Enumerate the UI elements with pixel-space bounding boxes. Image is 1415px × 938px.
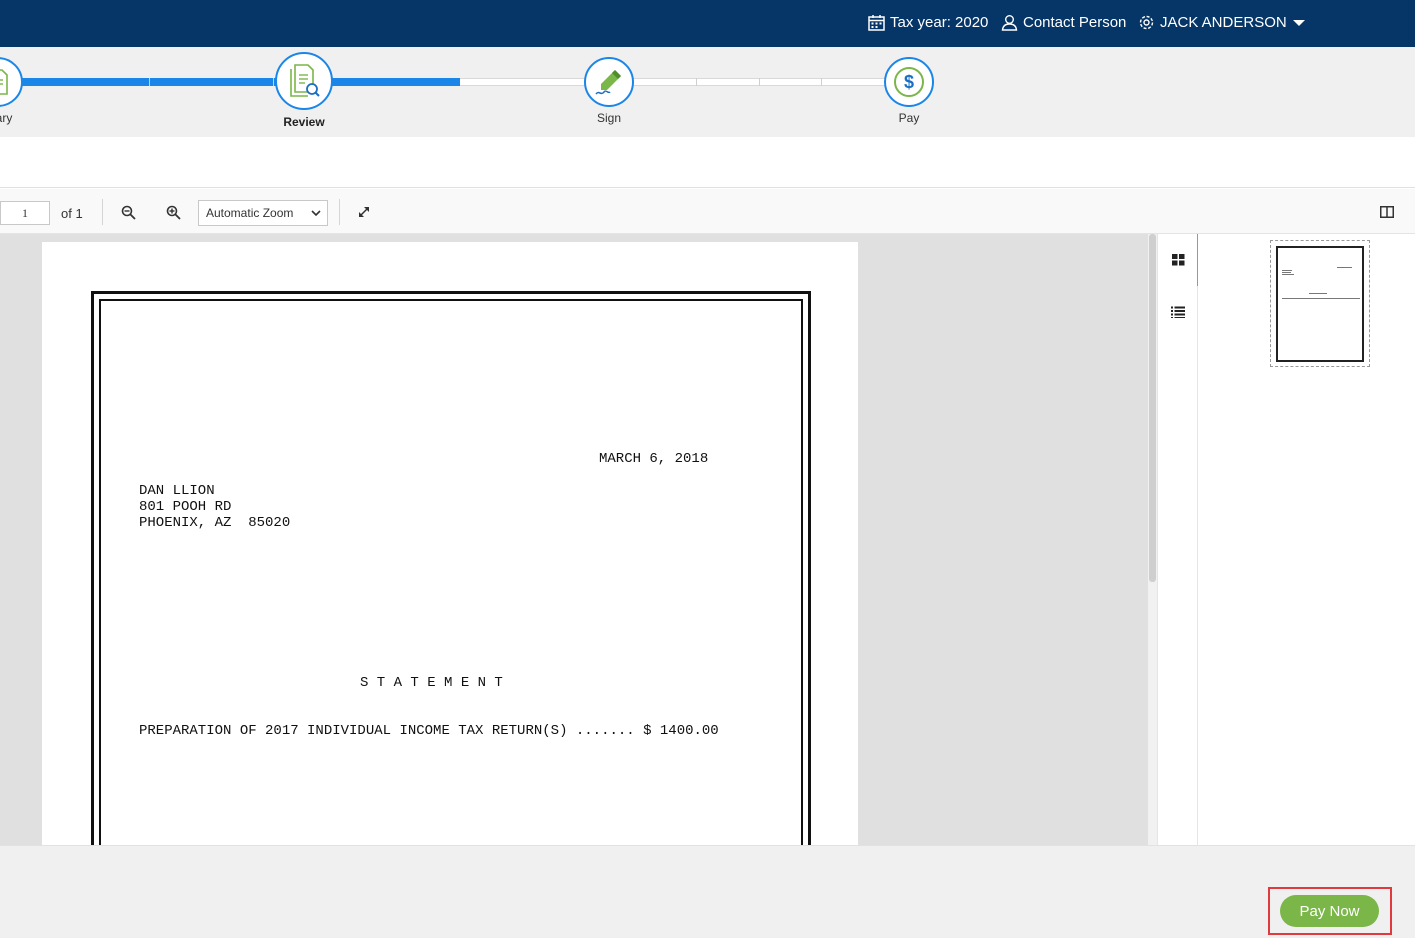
fullscreen-button[interactable] xyxy=(352,201,376,223)
zoom-out-button[interactable] xyxy=(116,201,140,223)
step-summary-label: mary xyxy=(0,111,13,125)
svg-text:$: $ xyxy=(904,72,914,92)
content-header-band xyxy=(0,137,1415,188)
thumbnail-border xyxy=(1276,246,1364,362)
document-search-icon xyxy=(290,64,320,97)
pen-icon xyxy=(595,70,621,95)
tax-year-label: Tax year: 2020 xyxy=(890,14,989,31)
pay-now-highlight: Pay Now xyxy=(1268,887,1392,935)
address-city: PHOENIX, AZ 85020 xyxy=(139,515,291,531)
pdf-page: MARCH 6, 2018 DAN LLION 801 POOH RD PHOE… xyxy=(42,242,858,845)
toolbar-divider xyxy=(102,199,103,225)
thumbnail-text-line xyxy=(1282,272,1291,273)
contact-person-label: Contact Person xyxy=(1023,14,1127,31)
toolbar-divider xyxy=(339,199,340,225)
chevron-down-icon xyxy=(311,210,321,217)
statement-heading: S T A T E M E N T xyxy=(360,675,503,691)
sidebar-tabs xyxy=(1157,234,1200,845)
thumbnail-text-line xyxy=(1282,298,1360,299)
thumbnail-text-line xyxy=(1309,293,1327,294)
top-navigation-bar: Tax year: 2020 Contact Person JACK ANDER… xyxy=(0,0,1415,47)
thumbnail-text-line xyxy=(1282,274,1294,275)
page-count-label: of 1 xyxy=(61,206,83,221)
grid-icon xyxy=(1171,254,1184,266)
step-pay[interactable]: $ xyxy=(884,57,934,107)
caret-down-icon xyxy=(1292,19,1305,26)
expand-icon xyxy=(359,207,369,217)
statement-date: MARCH 6, 2018 xyxy=(599,451,709,467)
contact-person-link[interactable]: Contact Person xyxy=(1001,14,1126,31)
zoom-out-icon xyxy=(121,205,136,220)
progress-track-remaining xyxy=(460,78,890,86)
address-name: DAN LLION xyxy=(139,483,215,499)
tax-year-selector[interactable]: Tax year: 2020 xyxy=(868,14,988,31)
document-icon xyxy=(0,69,8,95)
track-divider xyxy=(821,78,822,86)
progress-track-complete xyxy=(20,78,460,86)
zoom-select[interactable]: Automatic Zoom xyxy=(198,200,328,226)
track-divider xyxy=(149,78,150,86)
thumbnail-text-line xyxy=(1282,270,1292,271)
step-review[interactable] xyxy=(275,52,333,110)
person-icon xyxy=(1001,15,1018,31)
page-border xyxy=(91,291,811,845)
thumbnails-tab[interactable] xyxy=(1158,234,1200,286)
outline-tab[interactable] xyxy=(1158,286,1198,338)
step-review-label: Review xyxy=(283,115,325,129)
dollar-icon: $ xyxy=(894,67,924,97)
page-number-input[interactable]: 1 xyxy=(0,201,50,225)
page-inner-border xyxy=(99,299,803,845)
zoom-in-icon xyxy=(166,205,181,220)
footer-bar: Pay Now xyxy=(0,845,1415,938)
step-summary[interactable] xyxy=(0,57,23,107)
user-name: JACK ANDERSON xyxy=(1160,14,1287,31)
list-icon xyxy=(1171,306,1185,318)
step-pay-label: Pay xyxy=(898,111,920,125)
scrollbar-thumb[interactable] xyxy=(1149,234,1156,582)
pay-now-button[interactable]: Pay Now xyxy=(1280,895,1379,927)
page-thumbnail[interactable] xyxy=(1270,240,1370,367)
track-divider xyxy=(696,78,697,86)
zoom-select-value: Automatic Zoom xyxy=(206,206,294,220)
viewer-scrollbar[interactable] xyxy=(1148,234,1157,845)
gear-icon xyxy=(1139,15,1154,30)
address-street: 801 POOH RD xyxy=(139,499,232,515)
pdf-viewer[interactable]: MARCH 6, 2018 DAN LLION 801 POOH RD PHOE… xyxy=(0,234,1148,845)
pdf-toolbar: 1 of 1 Automatic Zoom xyxy=(0,189,1415,234)
calendar-icon xyxy=(868,15,885,31)
split-view-icon xyxy=(1380,206,1394,218)
track-divider xyxy=(759,78,760,86)
thumbnail-panel xyxy=(1198,234,1415,845)
track-divider xyxy=(273,78,274,86)
step-sign[interactable] xyxy=(584,57,634,107)
toggle-sidebar-button[interactable] xyxy=(1375,201,1399,223)
zoom-in-button[interactable] xyxy=(161,201,185,223)
step-sign-label: Sign xyxy=(596,111,622,125)
user-menu[interactable]: JACK ANDERSON xyxy=(1138,14,1311,31)
statement-line-item: PREPARATION OF 2017 INDIVIDUAL INCOME TA… xyxy=(139,723,719,739)
progress-stepper: mary Review Sign $ Pay xyxy=(0,47,1415,137)
thumbnail-text-line xyxy=(1337,267,1352,268)
